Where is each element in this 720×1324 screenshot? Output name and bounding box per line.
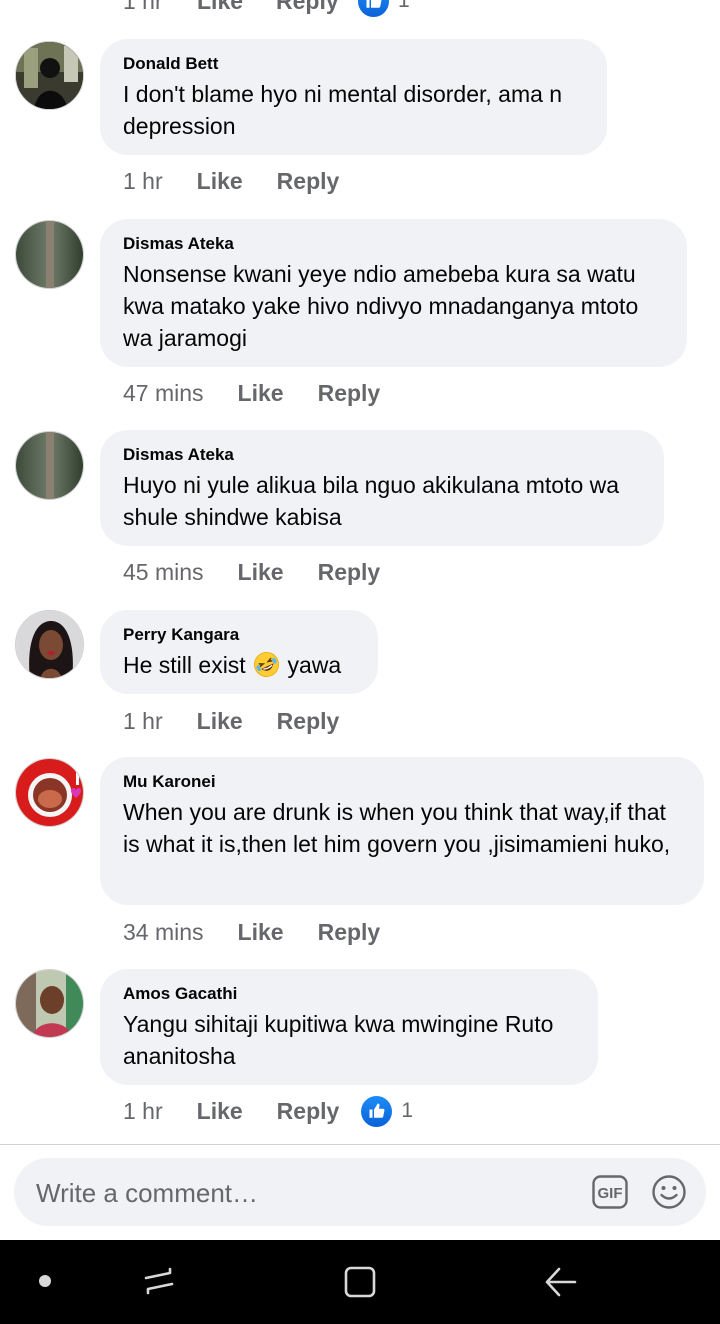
like-button[interactable]: Like bbox=[238, 559, 284, 586]
comment-text: Yangu sihitaji kupitiwa kwa mwingine Rut… bbox=[123, 1011, 554, 1069]
like-button[interactable]: Like bbox=[197, 708, 243, 735]
comments-feed: 1 hr Like Reply 1 Donald Bett I don't bl… bbox=[0, 0, 720, 1144]
reaction-count: 1 bbox=[398, 0, 410, 12]
like-button[interactable]: Like bbox=[197, 0, 276, 15]
reply-button[interactable]: Reply bbox=[318, 380, 381, 407]
comment-meta: 1 hr Like Reply 1 bbox=[123, 1095, 413, 1127]
comment-time: 1 hr bbox=[123, 167, 163, 194]
comment-time: 45 mins bbox=[123, 558, 204, 585]
comment-text: I don't blame hyo ni mental disorder, am… bbox=[123, 81, 563, 139]
reaction-count: 1 bbox=[401, 1099, 413, 1122]
comment-meta: 34 mins Like Reply bbox=[123, 917, 380, 947]
comment-author[interactable]: Dismas Ateka bbox=[123, 445, 642, 465]
recent-apps-icon[interactable] bbox=[142, 1264, 176, 1298]
like-button[interactable]: Like bbox=[238, 919, 284, 946]
comment-time: 1 hr bbox=[123, 1097, 163, 1124]
avatar[interactable] bbox=[15, 220, 84, 289]
nav-dot-icon[interactable] bbox=[39, 1275, 51, 1287]
avatar[interactable] bbox=[15, 969, 84, 1038]
reply-button[interactable]: Reply bbox=[318, 559, 381, 586]
system-navigation-bar bbox=[0, 1240, 720, 1324]
avatar[interactable] bbox=[15, 758, 84, 827]
comment-text: Nonsense kwani yeye ndio amebeba kura sa… bbox=[123, 261, 639, 351]
home-icon[interactable] bbox=[342, 1264, 378, 1300]
comment-bubble[interactable]: Perry Kangara He still exist yawa bbox=[100, 610, 378, 694]
avatar[interactable] bbox=[15, 610, 84, 679]
back-icon[interactable] bbox=[543, 1264, 579, 1300]
reply-button[interactable]: Reply bbox=[277, 1098, 340, 1125]
smiley-icon[interactable] bbox=[651, 1174, 687, 1210]
comment-bubble[interactable]: Dismas Ateka Nonsense kwani yeye ndio am… bbox=[100, 219, 687, 367]
comment-author[interactable]: Dismas Ateka bbox=[123, 234, 665, 254]
comment-text-part: He still exist bbox=[123, 652, 246, 678]
gif-icon[interactable]: GIF bbox=[592, 1175, 628, 1209]
comment-author[interactable]: Mu Karonei bbox=[123, 772, 682, 792]
like-button[interactable]: Like bbox=[197, 168, 243, 195]
reply-button[interactable]: Reply bbox=[277, 708, 340, 735]
comment-meta: 1 hr Like Reply bbox=[123, 166, 339, 196]
comment-text: Huyo ni yule alikua bila nguo akikulana … bbox=[123, 472, 620, 530]
reaction-summary[interactable]: 1 bbox=[358, 0, 410, 17]
comment-bubble[interactable]: Mu Karonei When you are drunk is when yo… bbox=[100, 757, 704, 905]
rolling-on-floor-laughing-emoji bbox=[254, 652, 280, 677]
comment-meta: 45 mins Like Reply bbox=[123, 557, 380, 587]
reply-button[interactable]: Reply bbox=[277, 168, 340, 195]
comment-bubble[interactable]: Donald Bett I don't blame hyo ni mental … bbox=[100, 39, 607, 155]
like-reaction-icon bbox=[358, 0, 389, 17]
like-reaction-icon bbox=[361, 1095, 393, 1127]
comment-author[interactable]: Donald Bett bbox=[123, 54, 585, 74]
comment-meta: 47 mins Like Reply bbox=[123, 378, 380, 408]
comment-input[interactable] bbox=[34, 1172, 578, 1214]
avatar[interactable] bbox=[15, 431, 84, 500]
reply-button[interactable]: Reply bbox=[318, 919, 381, 946]
comment-author[interactable]: Amos Gacathi bbox=[123, 984, 576, 1004]
comment-composer: GIF bbox=[14, 1158, 706, 1226]
reply-button[interactable]: Reply bbox=[276, 0, 358, 15]
comment-time: 1 hr bbox=[123, 0, 163, 14]
comment-meta-partial: 1 hr Like Reply 1 bbox=[123, 0, 410, 17]
comment-text: He still exist yawa bbox=[123, 649, 356, 681]
avatar[interactable] bbox=[15, 41, 84, 110]
comment-meta: 1 hr Like Reply bbox=[123, 706, 339, 736]
comment-bubble[interactable]: Dismas Ateka Huyo ni yule alikua bila ng… bbox=[100, 430, 664, 546]
comment-bubble[interactable]: Amos Gacathi Yangu sihitaji kupitiwa kwa… bbox=[100, 969, 598, 1085]
reaction-summary[interactable]: 1 bbox=[361, 1095, 413, 1127]
svg-text:GIF: GIF bbox=[598, 1185, 623, 1202]
like-button[interactable]: Like bbox=[238, 380, 284, 407]
comment-time: 34 mins bbox=[123, 918, 204, 945]
comment-author[interactable]: Perry Kangara bbox=[123, 625, 356, 645]
like-button[interactable]: Like bbox=[197, 1098, 243, 1125]
comment-time: 1 hr bbox=[123, 707, 163, 734]
comment-text: When you are drunk is when you think tha… bbox=[123, 799, 671, 857]
comment-text-part: yawa bbox=[287, 652, 342, 678]
composer-divider bbox=[0, 1144, 720, 1145]
comment-time: 47 mins bbox=[123, 379, 204, 406]
